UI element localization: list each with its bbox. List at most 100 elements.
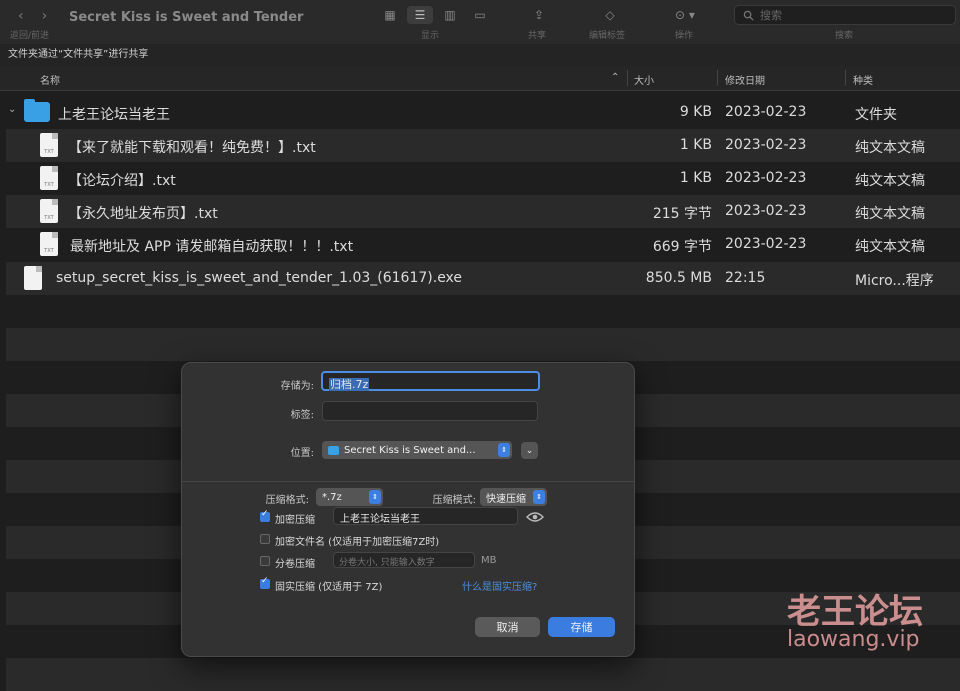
file-size: 215 字节 — [652, 206, 712, 222]
file-row[interactable]: TXT 【论坛介绍】.txt 1 KB 2023-02-23 纯文本文稿 — [6, 162, 960, 195]
popup-arrows-icon: ⇕ — [498, 443, 510, 457]
encrypt-names-label: 加密文件名 (仅适用于加密压缩7Z时) — [275, 537, 440, 548]
file-row[interactable]: setup_secret_kiss_is_sweet_and_tender_1.… — [6, 262, 960, 295]
format-popup[interactable]: *.7z ⇕ — [316, 488, 383, 506]
tags-group: ◇ — [597, 6, 623, 24]
password-field[interactable]: 上老王论坛当老王 — [333, 507, 518, 525]
file-row[interactable]: TXT 【来了就能下载和观看！纯免费！】.txt 1 KB 2023-02-23… — [6, 129, 960, 162]
tags-caption: 编辑标签 — [589, 31, 626, 41]
nav-caption: 返回/前进 — [10, 31, 50, 41]
compress-save-dialog: 存储为: 归档.7z 标签: 位置: Secret Kiss is Sweet … — [181, 362, 635, 657]
file-kind: Micro...程序 — [855, 273, 934, 289]
file-date: 2023-02-23 — [725, 104, 807, 120]
file-size: 669 字节 — [652, 239, 712, 255]
expand-chevron-icon[interactable]: ⌄ — [521, 442, 538, 459]
watermark-title: 老王论坛 — [787, 592, 923, 632]
split-size-field[interactable]: 分卷大小, 只能输入数字 — [333, 552, 475, 568]
window-toolbar: ‹ › 返回/前进 Secret Kiss is Sweet and Tende… — [0, 0, 960, 45]
save-button[interactable]: 存储 — [548, 617, 615, 637]
save-as-label: 存储为: — [280, 381, 314, 392]
location-popup[interactable]: Secret Kiss is Sweet and... ⇕ — [322, 441, 512, 459]
column-name[interactable]: 名称 — [40, 72, 60, 87]
eye-icon[interactable] — [526, 511, 544, 523]
tag-icon[interactable]: ◇ — [597, 6, 623, 24]
watermark-url: laowang.vip — [787, 627, 920, 652]
file-kind: 纯文本文稿 — [855, 173, 925, 189]
search-icon — [743, 10, 754, 21]
folder-icon — [24, 99, 50, 122]
action-group: ⊙ ▾ — [668, 6, 702, 24]
file-date: 2023-02-23 — [725, 137, 807, 153]
divider — [182, 481, 634, 482]
share-group: ⇪ — [526, 6, 552, 24]
file-size: 1 KB — [679, 170, 712, 186]
file-date: 2023-02-23 — [725, 203, 807, 219]
list-view-icon[interactable]: ☰ — [407, 6, 433, 24]
share-caption: 共享 — [528, 31, 547, 41]
file-date: 2023-02-23 — [725, 236, 807, 252]
file-kind: 纯文本文稿 — [855, 239, 925, 255]
nav-arrows: ‹ › — [18, 8, 47, 24]
tags-field[interactable] — [322, 401, 538, 421]
file-name: 最新地址及 APP 请发邮箱自动获取！！！.txt — [70, 239, 354, 255]
split-checkbox[interactable] — [260, 556, 270, 566]
txt-file-icon: TXT — [40, 166, 58, 190]
mode-label: 压缩模式: — [432, 495, 476, 506]
encrypt-checkbox[interactable] — [260, 509, 270, 522]
empty-row — [6, 328, 960, 361]
view-switcher: ▦ ☰ ▥ ▭ — [377, 6, 493, 24]
popup-arrows-icon: ⇕ — [533, 490, 545, 504]
disclosure-chevron-icon[interactable]: ⌄ — [8, 104, 16, 115]
encrypt-label: 加密压缩 — [275, 515, 315, 526]
back-arrow-icon[interactable]: ‹ — [18, 8, 24, 24]
empty-row — [6, 658, 960, 691]
split-unit: MB — [481, 555, 497, 566]
file-name: 上老王论坛当老王 — [58, 107, 170, 123]
file-size: 9 KB — [679, 104, 712, 120]
action-menu-icon[interactable]: ⊙ ▾ — [668, 6, 702, 24]
mode-popup[interactable]: 快速压缩 ⇕ — [480, 488, 547, 506]
txt-file-icon: TXT — [40, 199, 58, 223]
solid-checkbox[interactable] — [260, 576, 270, 589]
window-title: Secret Kiss is Sweet and Tender — [69, 10, 304, 25]
file-kind: 纯文本文稿 — [855, 206, 925, 222]
file-row[interactable]: TXT 最新地址及 APP 请发邮箱自动获取！！！.txt 669 字节 202… — [6, 228, 960, 261]
search-placeholder: 搜索 — [760, 9, 782, 22]
file-row[interactable]: ⌄ 上老王论坛当老王 9 KB 2023-02-23 文件夹 — [6, 96, 960, 129]
split-label: 分卷压缩 — [275, 559, 315, 570]
share-icon[interactable]: ⇪ — [526, 6, 552, 24]
file-name: 【永久地址发布页】.txt — [68, 206, 218, 222]
file-name: setup_secret_kiss_is_sweet_and_tender_1.… — [56, 270, 463, 286]
forward-arrow-icon[interactable]: › — [42, 8, 48, 24]
gallery-view-icon[interactable]: ▭ — [467, 6, 493, 24]
view-caption: 显示 — [421, 31, 440, 41]
file-size: 850.5 MB — [645, 270, 712, 286]
search-caption: 搜索 — [835, 31, 854, 41]
location-value: Secret Kiss is Sweet and... — [344, 444, 476, 456]
file-name: 【来了就能下载和观看！纯免费！】.txt — [68, 140, 316, 156]
column-header: 名称 ⌃ 大小 修改日期 种类 — [0, 66, 960, 91]
exe-file-icon — [24, 266, 42, 290]
cancel-button[interactable]: 取消 — [475, 617, 540, 637]
save-as-field[interactable]: 归档.7z — [321, 371, 540, 391]
column-view-icon[interactable]: ▥ — [437, 6, 463, 24]
column-kind[interactable]: 种类 — [853, 72, 873, 87]
folder-icon — [328, 445, 339, 455]
column-size[interactable]: 大小 — [634, 72, 654, 87]
format-value: *.7z — [322, 491, 342, 503]
solid-help-link[interactable]: 什么是固实压缩? — [462, 578, 537, 593]
file-name: 【论坛介绍】.txt — [68, 173, 176, 189]
file-row[interactable]: TXT 【永久地址发布页】.txt 215 字节 2023-02-23 纯文本文… — [6, 195, 960, 228]
file-date: 22:15 — [725, 270, 766, 286]
file-kind: 文件夹 — [855, 107, 897, 123]
search-field[interactable]: 搜索 — [734, 5, 956, 25]
encrypt-names-checkbox[interactable] — [260, 534, 270, 544]
txt-file-icon: TXT — [40, 232, 58, 256]
column-date[interactable]: 修改日期 — [725, 72, 765, 87]
solid-label: 固实压缩 (仅适用于 7Z) — [275, 582, 383, 593]
icon-view-icon[interactable]: ▦ — [377, 6, 403, 24]
format-label: 压缩格式: — [265, 495, 309, 506]
location-label: 位置: — [290, 448, 314, 459]
txt-file-icon: TXT — [40, 133, 58, 157]
file-kind: 纯文本文稿 — [855, 140, 925, 156]
